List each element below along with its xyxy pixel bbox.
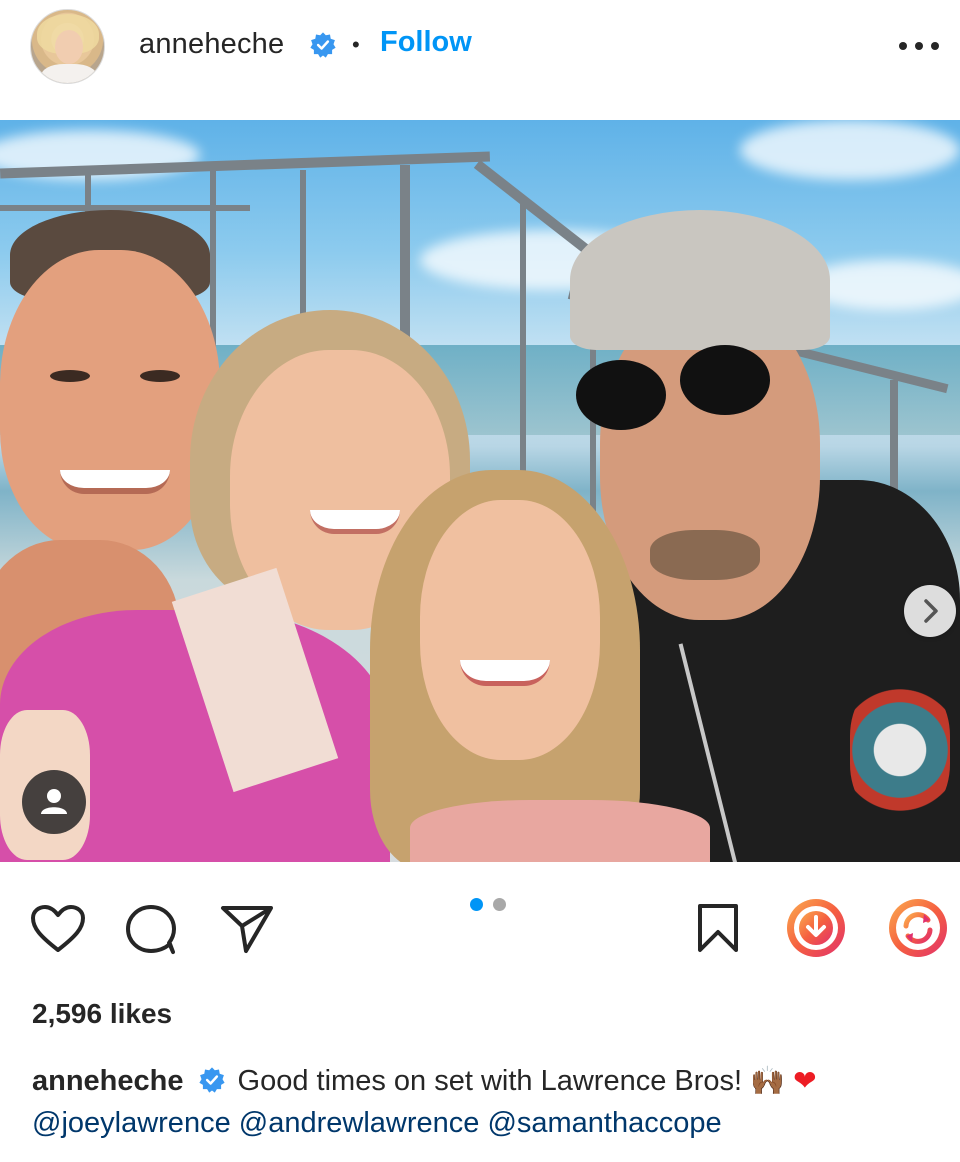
avatar-face <box>55 30 83 64</box>
verified-badge-icon <box>310 32 336 58</box>
likes-count[interactable]: 2,596 likes <box>32 998 172 1030</box>
repost-icon[interactable] <box>886 896 950 960</box>
heart-icon[interactable] <box>30 904 86 954</box>
mention-link[interactable]: @andrewlawrence <box>239 1107 480 1139</box>
carousel-dot <box>493 898 506 911</box>
caption-username[interactable]: anneheche <box>32 1065 184 1097</box>
follow-button[interactable]: Follow <box>380 26 472 59</box>
next-slide-button[interactable] <box>904 585 956 637</box>
header-username[interactable]: anneheche <box>139 28 284 61</box>
profile-avatar[interactable] <box>30 9 105 84</box>
verified-badge-icon <box>198 1067 225 1093</box>
post-image[interactable] <box>0 120 960 862</box>
raised-hands-emoji: 🙌🏾 <box>750 1064 786 1097</box>
bookmark-icon[interactable] <box>695 902 741 954</box>
avatar-shirt <box>41 64 97 83</box>
caption-text: Good times on set with Lawrence Bros! <box>229 1065 751 1097</box>
post-caption: anneheche Good times on set with Lawrenc… <box>32 1060 942 1144</box>
more-options-icon[interactable] <box>897 30 941 60</box>
user-tag-icon <box>41 789 67 814</box>
mention-link[interactable]: @samanthaccope <box>487 1107 721 1139</box>
red-heart-emoji: ❤ <box>793 1064 817 1097</box>
cloud <box>740 120 960 180</box>
railing-post <box>520 200 526 480</box>
send-icon[interactable] <box>220 904 274 954</box>
mention-link[interactable]: @joeylawrence <box>32 1107 231 1139</box>
person-center-right <box>370 470 710 862</box>
post-header: anneheche • Follow <box>0 0 960 120</box>
comment-icon[interactable] <box>124 902 180 956</box>
header-separator: • <box>352 32 360 57</box>
carousel-dot-active <box>470 898 483 911</box>
download-icon[interactable] <box>784 896 848 960</box>
user-tag-button[interactable] <box>22 770 86 834</box>
chevron-right-icon <box>924 599 938 623</box>
